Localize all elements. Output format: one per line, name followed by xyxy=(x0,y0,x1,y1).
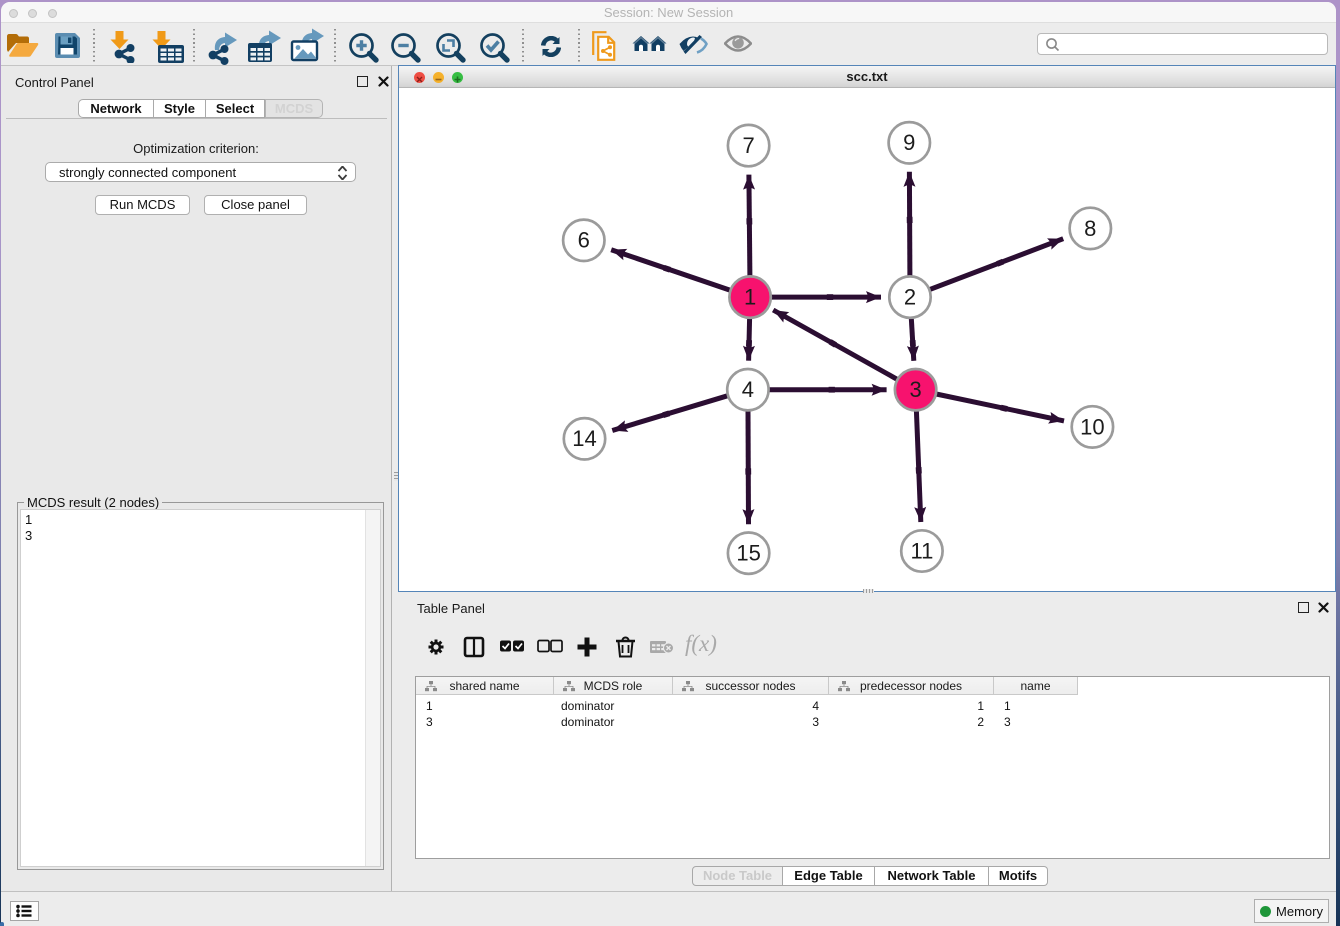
svg-text:14: 14 xyxy=(572,426,596,451)
svg-text:7: 7 xyxy=(742,133,754,158)
svg-text:8: 8 xyxy=(1084,216,1096,241)
svg-text:4: 4 xyxy=(742,377,754,402)
svg-text:15: 15 xyxy=(736,541,760,566)
svg-text:9: 9 xyxy=(903,130,915,155)
svg-text:3: 3 xyxy=(909,377,921,402)
svg-text:2: 2 xyxy=(904,285,916,310)
svg-text:6: 6 xyxy=(578,228,590,253)
svg-text:11: 11 xyxy=(910,538,933,563)
svg-text:1: 1 xyxy=(744,285,756,310)
svg-text:10: 10 xyxy=(1080,414,1104,439)
